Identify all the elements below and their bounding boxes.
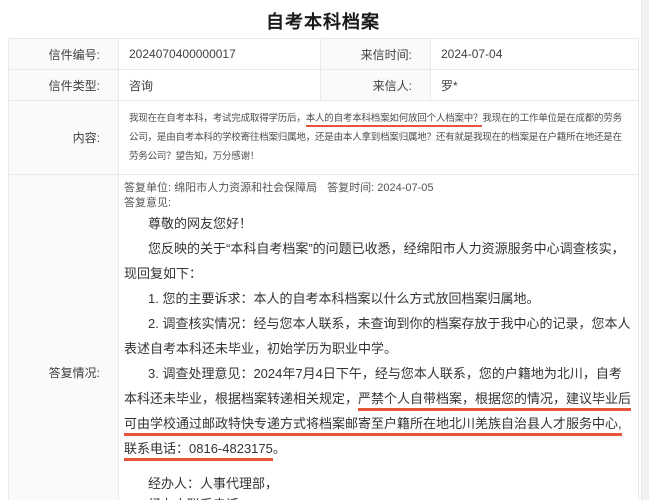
letter-info-table: 信件编号: 2024070400000017 来信时间: 2024-07-04 … bbox=[8, 38, 639, 500]
reply-label: 答复情况: bbox=[8, 174, 119, 500]
table-row: 信件类型: 咨询 来信人: 罗* bbox=[8, 69, 639, 101]
table-row: 信件编号: 2024070400000017 来信时间: 2024-07-04 bbox=[8, 38, 639, 70]
reply-agent: 经办人：人事代理部， bbox=[148, 476, 279, 491]
reply-intro: 您反映的关于“本科自考档案”的问题已收悉，经绵阳市人力资源服务中心调查核实，现回… bbox=[124, 241, 625, 281]
reply-meta-line: 答复单位: 绵阳市人力资源和社会保障局 答复时间: 2024-07-05 bbox=[124, 181, 632, 196]
sender-value: 罗* bbox=[430, 69, 639, 101]
content-label: 内容: bbox=[8, 100, 119, 175]
letter-number-value: 2024070400000017 bbox=[118, 38, 321, 70]
letter-type-value: 咨询 bbox=[118, 69, 321, 101]
reply-unit-value: 绵阳市人力资源和社会保障局 bbox=[174, 182, 318, 194]
table-row: 内容: 我现在在自考本科，考试完成取得学历后，本人的自考本科档案如何放回个人档案… bbox=[8, 100, 639, 175]
reply-point-3: 3. 调查处理意见：2024年7月4日下午，经与您本人联系，您的户籍地为北川，自… bbox=[124, 361, 632, 461]
reply-agent-phone: 经办人联系电话：0816-2345174， bbox=[124, 494, 632, 500]
reply-opinion-label: 答复意见: bbox=[124, 197, 172, 209]
reply-closing-block: 经办人：人事代理部， 经办人联系电话：0816-2345174， 承办单位：绵阳… bbox=[124, 473, 632, 500]
reply-time-label: 答复时间: bbox=[327, 182, 378, 194]
letter-detail-page: 自考本科档案 信件编号: 2024070400000017 来信时间: 2024… bbox=[0, 0, 649, 500]
reply-content: 答复单位: 绵阳市人力资源和社会保障局 答复时间: 2024-07-05 答复意见… bbox=[118, 174, 639, 500]
letter-number-label: 信件编号: bbox=[8, 38, 119, 70]
sender-label: 来信人: bbox=[320, 69, 431, 101]
letter-date-label: 来信时间: bbox=[320, 38, 431, 70]
reply-point-1: 1. 您的主要诉求：本人的自考本科档案以什么方式放回档案归属地。 bbox=[148, 291, 540, 306]
reply-point-2: 2. 调查核实情况：经与您本人联系，未查询到你的档案存放于我中心的记录，您本人表… bbox=[124, 316, 631, 356]
table-row: 答复情况: 答复单位: 绵阳市人力资源和社会保障局 答复时间: 2024-07-0… bbox=[8, 174, 639, 500]
reply-point-3-post: 。 bbox=[272, 441, 286, 456]
reply-greeting: 尊敬的网友您好！ bbox=[148, 216, 253, 231]
content-text: 我现在在自考本科，考试完成取得学历后，本人的自考本科档案如何放回个人档案中？我现… bbox=[118, 100, 639, 175]
vertical-scrollbar[interactable] bbox=[641, 0, 649, 500]
reply-time-value: 2024-07-05 bbox=[377, 182, 434, 194]
content-text-pre: 我现在在自考本科，考试完成取得学历后， bbox=[129, 113, 306, 124]
page-title: 自考本科档案 bbox=[266, 12, 380, 32]
content-highlighted-question: 本人的自考本科档案如何放回个人档案中？ bbox=[305, 113, 483, 127]
letter-type-label: 信件类型: bbox=[8, 69, 119, 101]
reply-unit-label: 答复单位: bbox=[124, 182, 175, 194]
letter-date-value: 2024-07-04 bbox=[430, 38, 639, 70]
